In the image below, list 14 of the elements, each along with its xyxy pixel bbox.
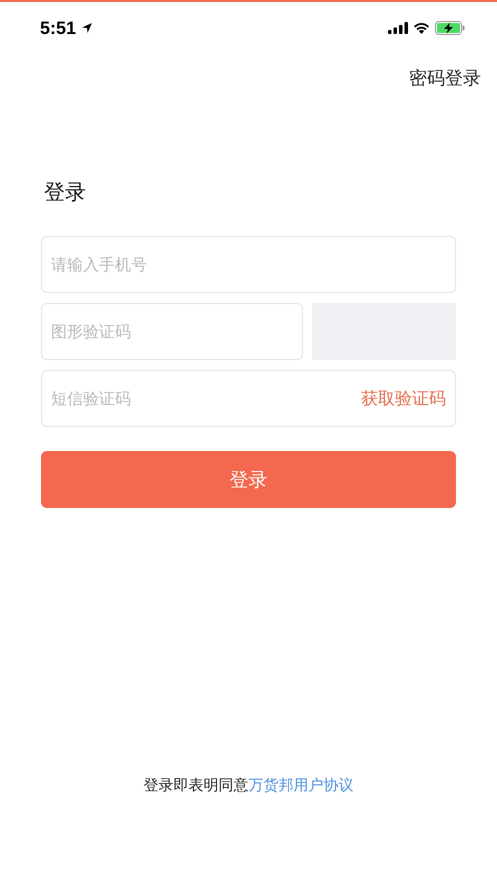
- get-code-link[interactable]: 获取验证码: [361, 387, 446, 410]
- agreement-link[interactable]: 万货邦用户协议: [248, 776, 354, 794]
- signal-icon: [388, 22, 408, 34]
- wifi-icon: [413, 22, 430, 34]
- battery-charging-icon: [435, 21, 465, 35]
- agreement-text: 登录即表明同意万货邦用户协议: [142, 776, 354, 795]
- location-arrow-icon: [81, 22, 94, 34]
- login-button[interactable]: 登录: [41, 451, 456, 508]
- status-time: 5:51: [40, 18, 76, 38]
- phone-input-field[interactable]: 请输入手机号: [41, 236, 456, 293]
- captcha-input-field[interactable]: 图形验证码: [41, 303, 303, 360]
- password-login-link[interactable]: 密码登录: [409, 66, 481, 90]
- sms-code-field[interactable]: 短信验证码 获取验证码: [41, 370, 456, 427]
- page-title: 登录: [44, 179, 87, 206]
